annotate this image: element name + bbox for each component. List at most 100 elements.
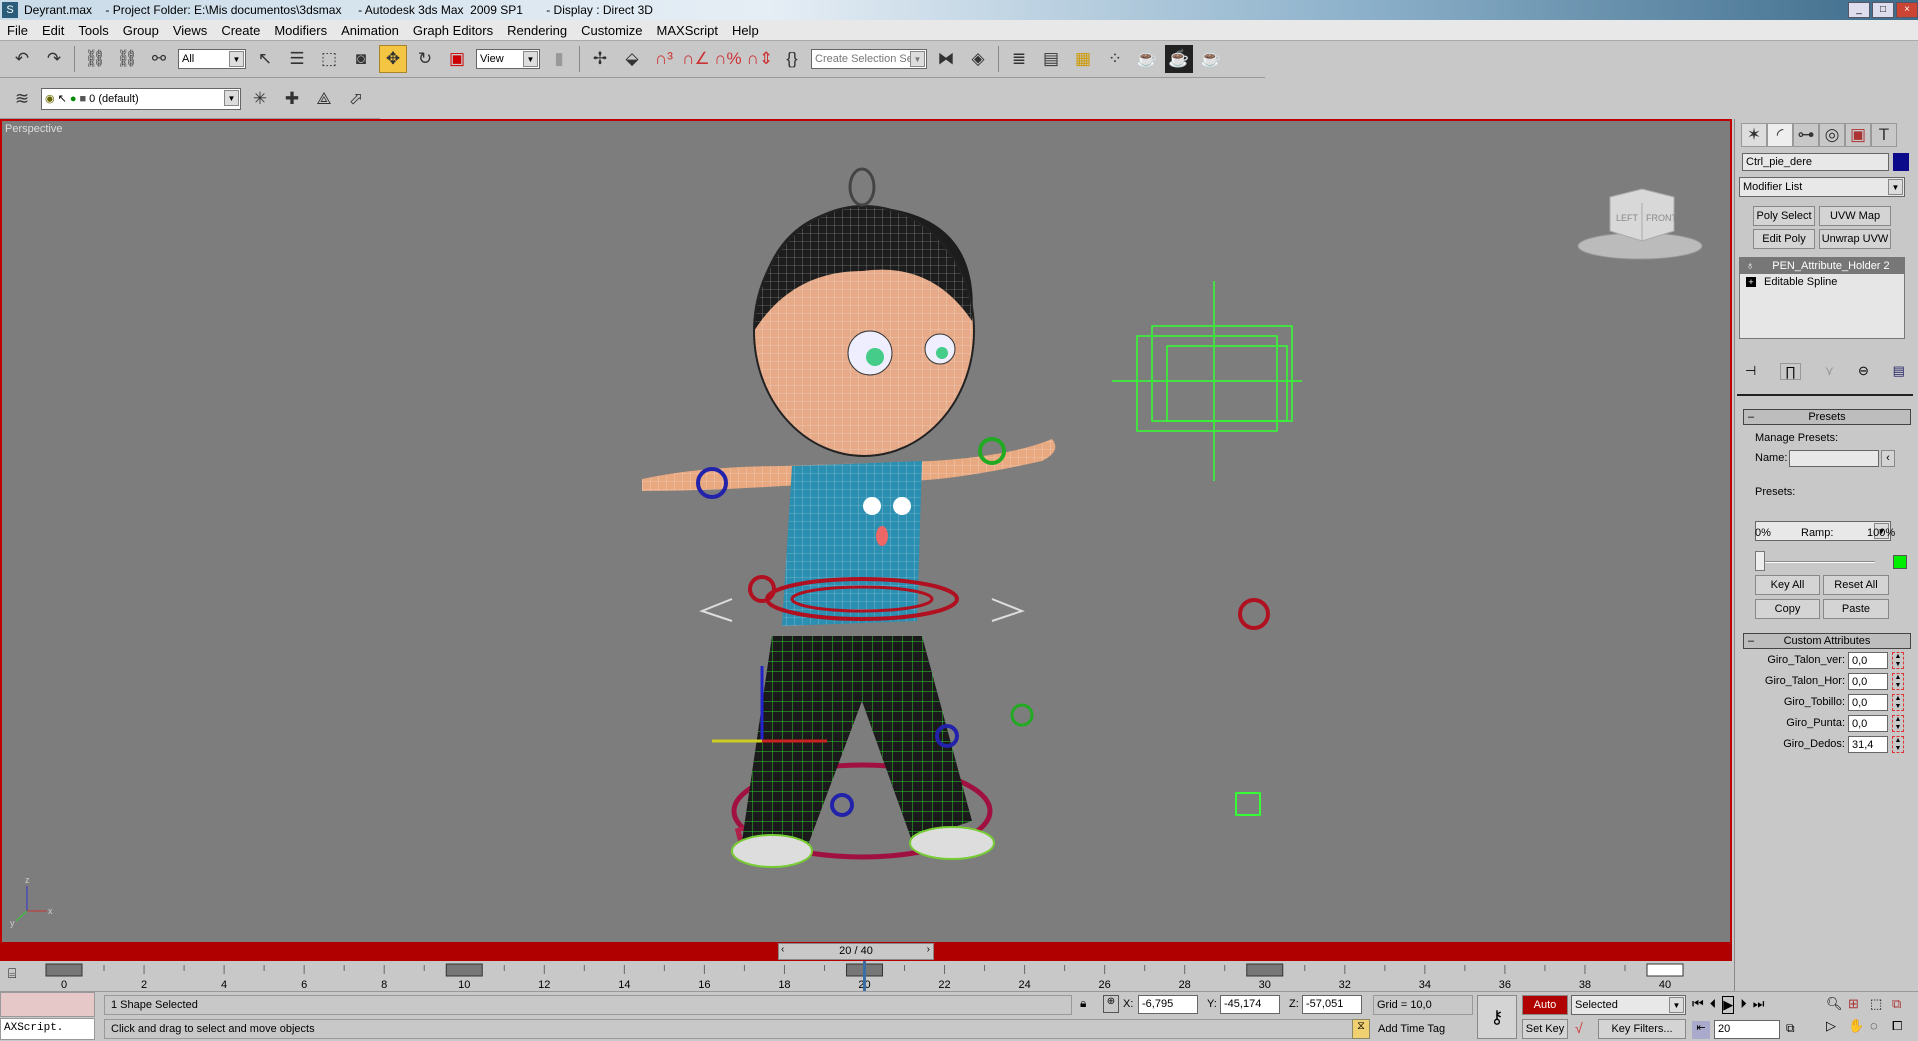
next-key-icon[interactable]: ⏵ — [1740, 996, 1747, 1014]
previous-frame-icon[interactable]: ⏴ — [1710, 996, 1717, 1014]
layer-manager-icon[interactable]: ≣ — [1005, 45, 1033, 73]
material-editor-icon[interactable]: ⁘ — [1101, 45, 1129, 73]
menu-help[interactable]: Help — [725, 23, 766, 38]
menu-group[interactable]: Group — [116, 23, 166, 38]
attribute-spinner[interactable]: ▲ ▼ — [1892, 652, 1904, 669]
maximize-viewport-icon[interactable]: ⧠ — [1892, 1018, 1914, 1034]
configure-modifier-sets-icon[interactable]: ▤ — [1893, 363, 1905, 380]
maxscript-listener-input[interactable]: AXScript. — [0, 1018, 95, 1040]
selection-lock-icon[interactable]: 🔒︎ — [1080, 996, 1086, 1011]
pivot-center-icon[interactable]: ▮ — [545, 45, 573, 73]
key-mode-toggle-icon[interactable]: ⇤ — [1692, 1021, 1710, 1039]
ramp-slider-track[interactable] — [1759, 561, 1875, 563]
select-in-layer-icon[interactable]: ⟁ — [310, 85, 338, 113]
minimize-button[interactable]: _ — [1848, 2, 1870, 18]
close-button[interactable]: × — [1896, 2, 1918, 18]
spinner-snap-icon[interactable]: ∩⇕ — [746, 45, 774, 73]
foot-control[interactable] — [1238, 598, 1270, 630]
edit-poly-button[interactable]: Edit Poly — [1753, 229, 1815, 249]
select-manipulate-icon[interactable]: ✢ — [586, 45, 614, 73]
remove-modifier-icon[interactable]: ⊖ — [1858, 363, 1869, 380]
hierarchy-tab-icon[interactable]: ⊶ — [1793, 123, 1819, 147]
custom-attributes-rollout-header[interactable]: – Custom Attributes — [1743, 633, 1911, 649]
zoom-extents-all-icon[interactable]: ⧉ — [1892, 996, 1914, 1012]
presets-rollout-header[interactable]: – Presets — [1743, 409, 1911, 425]
poly-select-button[interactable]: Poly Select — [1753, 206, 1815, 226]
reset-all-button[interactable]: Reset All — [1823, 575, 1889, 595]
paste-button[interactable]: Paste — [1823, 599, 1889, 619]
current-layer-dropdown[interactable]: ◉ ↖ ● ■ 0 (default) ▼ — [41, 87, 241, 110]
maxscript-listener-output[interactable] — [0, 992, 95, 1017]
select-link-icon[interactable]: ⛓ — [81, 45, 109, 73]
move-icon[interactable]: ✥ — [379, 45, 407, 73]
bind-space-warp-icon[interactable]: ⚯ — [145, 45, 173, 73]
key-tangent-icon[interactable]: √ — [1575, 1020, 1583, 1036]
zoom-all-icon[interactable]: ⊞ — [1848, 996, 1870, 1012]
render-setup-icon[interactable]: ☕ — [1133, 45, 1161, 73]
select-by-name-icon[interactable]: ☰ — [283, 45, 311, 73]
keyboard-shortcut-override-icon[interactable]: ⬙ — [618, 45, 646, 73]
mirror-icon[interactable]: ⧓ — [932, 45, 960, 73]
menu-tools[interactable]: Tools — [71, 23, 115, 38]
attribute-value-field[interactable]: 0,0 — [1848, 652, 1888, 669]
angle-snap-icon[interactable]: ∩∠ — [682, 45, 710, 73]
reference-coordinate-dropdown[interactable]: View ▼ — [476, 49, 540, 69]
rendered-frame-window-icon[interactable]: ☕ — [1165, 45, 1193, 73]
menu-customize[interactable]: Customize — [574, 23, 649, 38]
motion-tab-icon[interactable]: ◎ — [1819, 123, 1845, 147]
attribute-value-field[interactable]: 0,0 — [1848, 715, 1888, 732]
viewcube[interactable]: LEFT FRONT — [1577, 188, 1703, 260]
schematic-view-icon[interactable]: ▦ — [1069, 45, 1097, 73]
attribute-spinner[interactable]: ▲ ▼ — [1892, 673, 1904, 690]
modify-tab-icon[interactable]: ◜ — [1767, 123, 1793, 147]
x-coordinate-field[interactable]: -6,795 — [1138, 995, 1198, 1014]
modifier-list-dropdown[interactable]: Modifier List ▼ — [1739, 177, 1905, 197]
add-time-tag-button[interactable]: Add Time Tag — [1374, 1019, 1474, 1039]
track-bar[interactable]: ⌸ 0246810121416182022242628303234363840 — [0, 961, 1732, 991]
menu-edit[interactable]: Edit — [35, 23, 71, 38]
time-tag-icon[interactable]: ⧖ — [1352, 1019, 1370, 1039]
key-marker[interactable] — [1646, 963, 1684, 977]
time-configuration-icon[interactable]: ⧉ — [1786, 1021, 1795, 1036]
percent-snap-icon[interactable]: ∩% — [714, 45, 742, 73]
green-helper-boxes[interactable] — [1112, 281, 1302, 481]
maximize-button[interactable]: □ — [1872, 2, 1894, 18]
scale-icon[interactable]: ▣ — [443, 45, 471, 73]
redo-icon[interactable]: ↷ — [40, 45, 68, 73]
preset-name-input[interactable] — [1789, 450, 1879, 467]
pan-icon[interactable]: ✋ — [1848, 1018, 1870, 1034]
zoom-extents-icon[interactable]: ⬚ — [1870, 996, 1892, 1012]
show-end-result-icon[interactable]: ∏ — [1780, 363, 1801, 380]
attribute-spinner[interactable]: ▲ ▼ — [1892, 694, 1904, 711]
create-new-layer-icon[interactable]: ✳ — [246, 85, 274, 113]
orbit-icon[interactable]: ◌ — [1870, 1018, 1892, 1034]
key-marker[interactable] — [45, 963, 83, 977]
y-coordinate-field[interactable]: -45,174 — [1220, 995, 1280, 1014]
current-frame-field[interactable]: 20 — [1714, 1020, 1780, 1039]
create-tab-icon[interactable]: ✶ — [1741, 123, 1767, 147]
curve-editor-icon[interactable]: ▤ — [1037, 45, 1065, 73]
stack-item[interactable]: ♁ PEN_Attribute_Holder 2 — [1740, 258, 1904, 274]
character-model[interactable]: DEY — [642, 167, 1056, 868]
key-marker[interactable] — [445, 963, 483, 977]
ramp-color-swatch[interactable] — [1893, 555, 1907, 569]
expand-plus-icon[interactable]: + — [1746, 277, 1756, 287]
key-filters-button[interactable]: Key Filters... — [1598, 1019, 1686, 1039]
selection-filter-dropdown[interactable]: All ▼ — [178, 49, 246, 69]
menu-animation[interactable]: Animation — [334, 23, 406, 38]
set-key-mode-key-icon[interactable]: ⚷ — [1477, 995, 1517, 1039]
layers-icon[interactable]: ≋ — [8, 85, 36, 113]
window-crossing-icon[interactable]: ◙ — [347, 45, 375, 73]
key-all-button[interactable]: Key All — [1755, 575, 1820, 595]
preset-name-pick-button[interactable]: ‹ — [1881, 450, 1895, 467]
menu-file[interactable]: File — [0, 23, 35, 38]
field-of-view-icon[interactable]: ▷ — [1826, 1018, 1848, 1034]
ramp-slider-thumb[interactable] — [1755, 551, 1765, 571]
utilities-tab-icon[interactable]: T — [1871, 123, 1897, 147]
menu-views[interactable]: Views — [166, 23, 214, 38]
green-helper-small[interactable] — [1235, 792, 1261, 816]
add-to-layer-icon[interactable]: ✚ — [278, 85, 306, 113]
set-key-button[interactable]: Set Key — [1522, 1019, 1568, 1039]
absolute-mode-icon[interactable]: ⊕ — [1103, 995, 1119, 1013]
menu-modifiers[interactable]: Modifiers — [267, 23, 334, 38]
